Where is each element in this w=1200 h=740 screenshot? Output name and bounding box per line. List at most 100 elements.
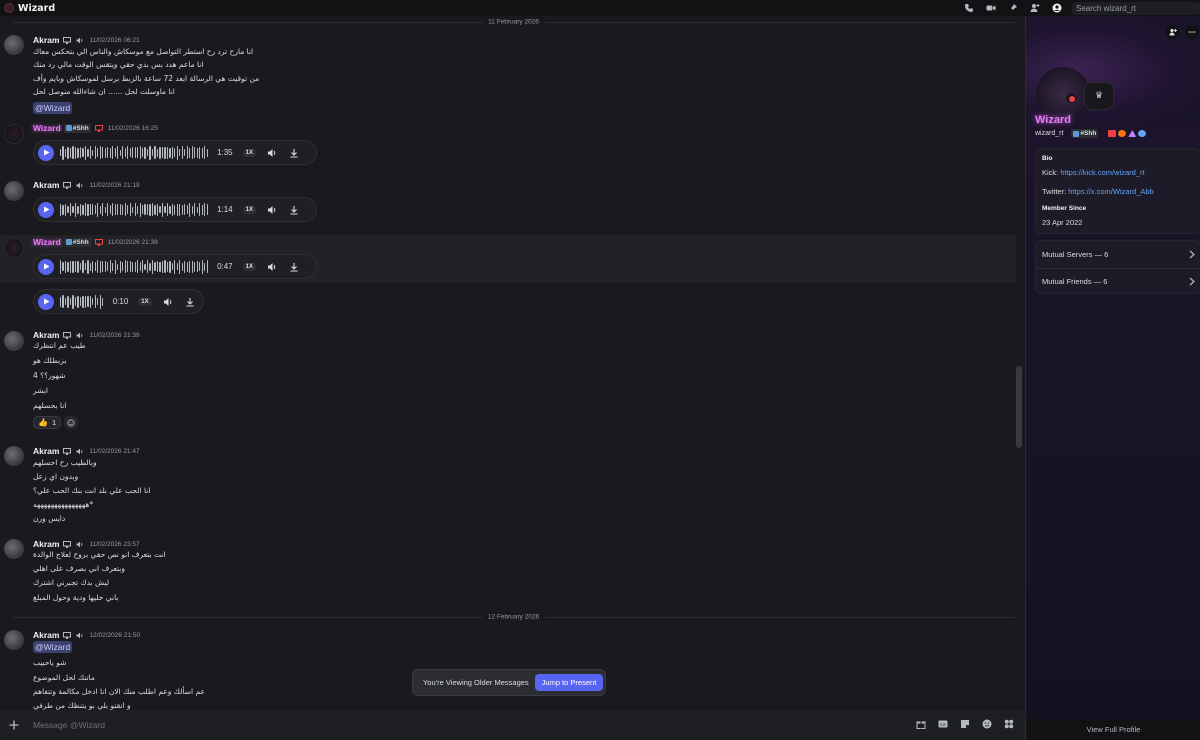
author-name[interactable]: Wizard: [33, 123, 61, 133]
play-icon[interactable]: [38, 201, 54, 218]
reaction-thumbs-up[interactable]: 👍 1: [33, 416, 62, 429]
playback-speed-button[interactable]: 1X: [242, 205, 256, 214]
quest-badge-icon[interactable]: [1138, 130, 1147, 137]
waveform-bar: [84, 145, 87, 160]
avatar[interactable]: [4, 238, 24, 258]
add-friend-icon[interactable]: [1166, 25, 1180, 39]
video-call-icon[interactable]: [984, 1, 998, 15]
avatar[interactable]: [4, 35, 24, 55]
add-reaction-icon[interactable]: [64, 416, 79, 429]
twitter-link[interactable]: https://x.com/Wizard_Abb: [1068, 187, 1153, 196]
waveform-bar: [196, 261, 198, 272]
waveform-bar: [144, 263, 146, 270]
volume-icon[interactable]: [266, 204, 278, 216]
waveform-bar: [74, 297, 77, 306]
avatar[interactable]: [4, 446, 24, 466]
author-name[interactable]: Akram: [33, 180, 59, 190]
waveform-bar: [184, 260, 186, 273]
waveform-bar: [107, 262, 109, 271]
playback-speed-button[interactable]: 1X: [242, 262, 256, 271]
waveform-bar: [129, 203, 131, 216]
gif-icon[interactable]: GIF: [937, 718, 949, 730]
download-icon[interactable]: [288, 261, 300, 273]
waveform-bar: [149, 262, 151, 271]
waveform-bar: [119, 260, 121, 273]
view-full-profile-button[interactable]: View Full Profile: [1026, 719, 1200, 740]
avatar[interactable]: [4, 630, 24, 650]
desktop-badge-icon[interactable]: [1108, 130, 1117, 137]
waveform-bar: [129, 261, 131, 272]
plus-icon[interactable]: [7, 718, 21, 732]
waveform[interactable]: [60, 202, 209, 217]
boost-badge-icon[interactable]: [1128, 130, 1137, 137]
author-name[interactable]: Akram: [33, 35, 59, 45]
pin-icon[interactable]: [1006, 1, 1020, 15]
waveform[interactable]: [60, 294, 105, 309]
waveform-bar: [144, 146, 146, 159]
kick-link[interactable]: https://kick.com/wizard_rt: [1060, 168, 1144, 177]
play-icon[interactable]: [38, 293, 54, 310]
voice-call-icon[interactable]: [962, 1, 976, 15]
user-profile-icon[interactable]: [1050, 1, 1064, 15]
waveform-bar: [77, 260, 79, 273]
play-icon[interactable]: [38, 258, 54, 275]
add-friends-icon[interactable]: [1028, 1, 1042, 15]
playback-speed-button[interactable]: 1X: [138, 297, 152, 306]
nitro-badge-icon[interactable]: [1118, 130, 1127, 137]
gift-icon[interactable]: [915, 718, 927, 730]
waveform-bar: [174, 148, 176, 157]
avatar[interactable]: [4, 331, 24, 351]
download-icon[interactable]: [184, 296, 196, 308]
download-icon[interactable]: [288, 204, 300, 216]
author-name[interactable]: Akram: [33, 630, 59, 640]
speaker-icon: [75, 331, 85, 339]
playback-speed-button[interactable]: 1X: [242, 148, 256, 157]
waveform-bar: [171, 203, 173, 216]
waveform-bar: [87, 296, 89, 307]
avatar[interactable]: [4, 124, 24, 144]
tag-icon: [65, 125, 72, 131]
waveform[interactable]: [60, 259, 209, 274]
sticker-icon[interactable]: [959, 718, 971, 730]
emoji-icon[interactable]: [981, 718, 993, 730]
play-icon[interactable]: [38, 144, 54, 161]
profile-username[interactable]: wizard_rt: [1035, 130, 1063, 137]
author-name[interactable]: Wizard: [33, 237, 61, 247]
apps-icon[interactable]: [1003, 718, 1015, 730]
volume-icon[interactable]: [266, 147, 278, 159]
author-name[interactable]: Akram: [33, 330, 59, 340]
waveform-bar: [109, 147, 111, 158]
desktop-icon: [94, 238, 104, 246]
volume-icon[interactable]: [162, 296, 174, 308]
waveform[interactable]: [60, 145, 209, 160]
waveform-bar: [156, 148, 159, 157]
search-input[interactable]: Search wizard_rt: [1072, 1, 1200, 15]
scrollbar-thumb[interactable]: [1016, 366, 1022, 448]
download-icon[interactable]: [288, 147, 300, 159]
author-name[interactable]: Akram: [33, 446, 59, 456]
message: Wizard #Shh 11/02/2026 16:25 1:35 1X: [0, 120, 1016, 170]
profile-avatar[interactable]: [1036, 67, 1090, 121]
more-options-icon[interactable]: [1185, 25, 1199, 39]
message-input[interactable]: Message @Wizard: [33, 720, 105, 730]
volume-icon[interactable]: [266, 261, 278, 273]
waveform-bar: [92, 298, 94, 305]
mutual-servers-row[interactable]: Mutual Servers — 6: [1036, 241, 1200, 268]
waveform-bar: [196, 147, 198, 158]
waveform-bar: [82, 204, 84, 215]
composer-tools: GIF: [905, 718, 1015, 730]
avatar[interactable]: [4, 181, 24, 201]
jump-to-present-button[interactable]: Jump to Present: [534, 674, 604, 691]
message: Akram 11/02/2026 21:19 1:14 1X: [0, 177, 1016, 225]
user-mention[interactable]: @Wizard: [33, 641, 73, 653]
waveform-bar: [64, 298, 67, 305]
mutual-friends-row[interactable]: Mutual Friends — 6: [1036, 268, 1200, 295]
message-text: شو ياحبيب: [33, 658, 67, 667]
avatar[interactable]: [4, 539, 24, 559]
waveform-bar: [151, 203, 154, 216]
author-name[interactable]: Akram: [33, 539, 59, 549]
waveform-bar: [99, 260, 101, 273]
older-messages-label: You're Viewing Older Messages: [423, 678, 529, 687]
user-mention[interactable]: @Wizard: [33, 102, 73, 114]
message: Akram 11/02/2026 21:39 طيب عم انتظرك بزب…: [0, 328, 1016, 434]
